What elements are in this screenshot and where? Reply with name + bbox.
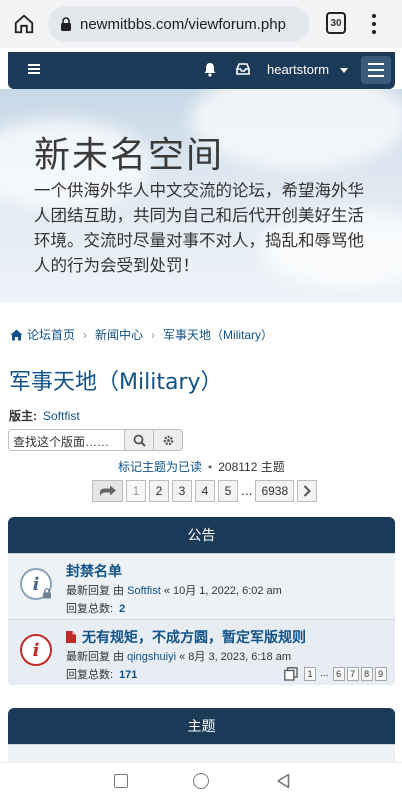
site-navbar: heartstorm (8, 52, 395, 89)
topic-page-7[interactable]: 7 (346, 667, 359, 681)
topic-title-link[interactable]: 封禁名单 (66, 561, 122, 581)
topics-header: 主题 (187, 719, 216, 735)
topic-page-6[interactable]: 6 (332, 667, 345, 681)
forum-actions: 标记主题为已读 • 208112 主题 (118, 458, 285, 475)
page-last[interactable]: 6938 (255, 480, 295, 502)
topic-page-9[interactable]: 9 (374, 667, 387, 681)
home-button[interactable] (4, 0, 44, 48)
notifications-bell-icon[interactable] (203, 62, 217, 77)
browser-menu-button[interactable] (368, 12, 380, 36)
browser-toolbar: newmitbbs.com/viewforum.php 30 (0, 0, 402, 48)
lock-icon (43, 588, 51, 599)
replies-count: 2 (119, 603, 126, 615)
topic-title-link[interactable]: 无有规矩，不成方圆，暂定军版规则 (66, 627, 306, 647)
announcements-header: 公告 (187, 528, 216, 544)
author-link[interactable]: qingshuiyi (127, 651, 176, 663)
home-icon (14, 14, 34, 34)
info-red-icon: i (20, 634, 52, 666)
quick-links-menu-icon[interactable] (28, 64, 40, 74)
topic-title-text[interactable]: 无有规矩，不成方圆，暂定军版规则 (82, 630, 306, 646)
breadcrumb-item-military[interactable]: 军事天地（Military） (163, 326, 273, 343)
system-navigation-bar (0, 762, 402, 800)
last-reply-date[interactable]: « 8月 3, 2023, 6:18 am (179, 651, 291, 663)
page-2[interactable]: 2 (149, 480, 169, 502)
chevron-down-icon[interactable] (340, 68, 348, 73)
topic-mini-pagination: 1 ... 6 7 8 9 (284, 667, 387, 681)
next-page-button[interactable] (297, 480, 318, 502)
home-nav-button[interactable] (193, 773, 209, 789)
gear-icon (163, 435, 173, 445)
site-title[interactable]: 新未名空间 (34, 126, 224, 178)
breadcrumb-item-home[interactable]: 论坛首页 (27, 326, 75, 343)
last-reply-date[interactable]: « 10月 1, 2022, 6:02 am (164, 585, 282, 597)
info-locked-icon: i (20, 568, 52, 600)
mark-topics-read-link[interactable]: 标记主题为已读 (118, 460, 202, 474)
announcements-block: 公告 i 封禁名单 最新回复 由 Softfist « 10月 1, 2022,… (8, 517, 395, 685)
list-item: i 封禁名单 最新回复 由 Softfist « 10月 1, 2022, 6:… (8, 553, 395, 619)
jump-to-page-button[interactable] (92, 480, 123, 502)
breadcrumb-item-news[interactable]: 新闻中心 (95, 326, 143, 343)
last-post-info: 最新回复 由 qingshuiyi « 8月 3, 2023, 6:18 am (66, 648, 291, 664)
username-link[interactable]: heartstorm (267, 62, 329, 77)
pagination: 1 2 3 4 5 ... 6938 (92, 480, 318, 502)
topic-page-8[interactable]: 8 (360, 667, 373, 681)
inbox-icon[interactable] (236, 63, 250, 75)
pages-icon (284, 667, 298, 681)
topic-count: 208112 主题 (218, 460, 285, 474)
moderator-label: 版主: (9, 409, 37, 423)
search-icon (133, 434, 146, 447)
file-icon (66, 631, 76, 643)
back-button[interactable] (276, 773, 290, 789)
replies-info: 回复总数: 2 (66, 600, 125, 616)
list-item (8, 744, 395, 764)
page-3[interactable]: 3 (172, 480, 192, 502)
replies-label: 回复总数: (66, 669, 114, 681)
moderator-link[interactable]: Softfist (43, 409, 80, 423)
replies-info: 回复总数: 171 (66, 666, 137, 682)
last-reply-label: 最新回复 由 (66, 585, 125, 597)
advanced-search-button[interactable] (154, 429, 183, 451)
list-item: i 无有规矩，不成方圆，暂定军版规则 最新回复 由 qingshuiyi « 8… (8, 619, 395, 685)
page-5[interactable]: 5 (218, 480, 238, 502)
forum-search-input[interactable]: 查找这个版面…… (8, 429, 125, 451)
last-reply-label: 最新回复 由 (66, 651, 125, 663)
page-4[interactable]: 4 (195, 480, 215, 502)
main-menu-button[interactable] (361, 56, 391, 84)
recent-apps-button[interactable] (114, 774, 128, 788)
breadcrumb: 论坛首页 › 新闻中心 › 军事天地（Military） (10, 326, 273, 343)
address-bar[interactable]: newmitbbs.com/viewforum.php (48, 6, 310, 42)
chevron-right-icon: › (151, 327, 156, 342)
moderators-line: 版主: Softfist (9, 407, 80, 424)
home-icon (10, 329, 23, 340)
replies-label: 回复总数: (66, 603, 114, 615)
topics-block: 主题 (8, 708, 395, 764)
separator-dot: • (208, 460, 213, 474)
author-link[interactable]: Softfist (127, 585, 161, 597)
page-1: 1 (126, 480, 146, 502)
topic-page-1[interactable]: 1 (304, 667, 316, 681)
chevron-right-icon: › (83, 327, 88, 342)
forum-search: 查找这个版面…… (8, 429, 183, 451)
replies-count: 171 (119, 669, 138, 681)
share-arrow-icon (99, 485, 116, 496)
tab-switcher-button[interactable]: 30 (326, 12, 346, 34)
site-description: 一个供海外华人中文交流的论坛，希望海外华人团结互助，共同为自己和后代开创美好生活… (34, 181, 364, 275)
forum-title[interactable]: 军事天地（Military） (9, 364, 223, 396)
pagination-ellipsis: ... (241, 484, 253, 498)
last-post-info: 最新回复 由 Softfist « 10月 1, 2022, 6:02 am (66, 582, 282, 598)
chevron-right-icon (303, 485, 312, 497)
lock-icon (61, 17, 71, 31)
topic-pages-ellipsis: ... (320, 669, 329, 679)
url-text: newmitbbs.com/viewforum.php (80, 15, 286, 33)
search-button[interactable] (125, 429, 154, 451)
